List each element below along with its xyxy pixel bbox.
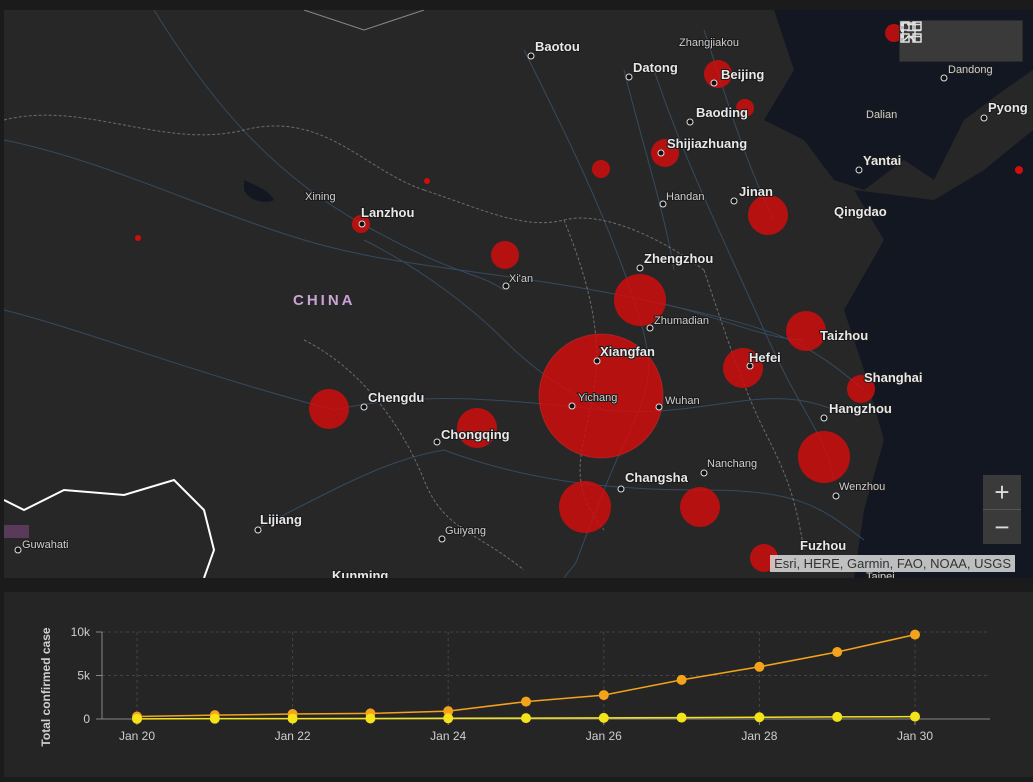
data-point[interactable] [676, 674, 687, 685]
case-bubble[interactable] [592, 160, 610, 178]
data-point[interactable] [676, 712, 687, 723]
top-border [303, 10, 425, 31]
basemap-gallery-button[interactable] [900, 21, 1020, 61]
y-tick-label: 0 [83, 712, 90, 726]
x-tick-label: Jan 26 [586, 729, 622, 743]
x-tick-label: Jan 22 [275, 729, 311, 743]
case-bubble[interactable] [680, 487, 720, 527]
data-point[interactable] [443, 713, 454, 724]
city-label: Xiangfan [600, 344, 655, 359]
data-point[interactable] [910, 711, 920, 722]
x-tick-label: Jan 24 [430, 729, 466, 743]
zoom-controls: + − [983, 475, 1021, 544]
case-bubble[interactable] [135, 235, 141, 241]
x-tick-label: Jan 28 [741, 729, 777, 743]
city-label: Yichang [578, 392, 617, 404]
city-label: Shanghai [864, 370, 923, 385]
city-label: Zhangjiakou [679, 37, 739, 49]
chart-axes: 0 5k 10k Jan 20 Jan 22 Jan 24 Jan 26 Jan 28 Jan … [71, 625, 990, 743]
city-label: Handan [666, 191, 705, 203]
case-bubble[interactable] [424, 178, 430, 184]
data-point[interactable] [598, 712, 609, 723]
case-bubble[interactable] [559, 481, 611, 533]
map-attribution[interactable]: Esri, HERE, Garmin, FAO, NOAA, USGS [770, 555, 1015, 572]
city-label: Hefei [749, 350, 781, 365]
data-point[interactable] [832, 647, 843, 658]
cases-line-chart: Total confirmed case 0 5k 10k Jan 20 Jan 22 J… [39, 625, 990, 747]
data-point[interactable] [209, 713, 220, 724]
chart-panel: Total confirmed case 0 5k 10k Jan 20 Jan 22 J… [4, 592, 1033, 777]
city-label: Guwahati [22, 539, 68, 551]
city-label: Lanzhou [361, 205, 414, 220]
lake [244, 180, 274, 202]
map-view[interactable]: Baotou Zhangjiakou Datong Beijing Dandong Pyo… [4, 10, 1033, 578]
y-axis-label: Total confirmed case [39, 627, 53, 746]
basemap-gallery-icon [900, 21, 922, 43]
data-point[interactable] [832, 711, 843, 722]
city-label: Dalian [866, 109, 897, 121]
data-point[interactable] [910, 629, 920, 640]
case-bubble[interactable] [1015, 166, 1023, 174]
city-label: Nanchang [707, 458, 757, 470]
map-canvas: Baotou ZhangjiakouDatong Beijing Dandong Pyo… [4, 10, 1033, 578]
city-label: Wuhan [665, 395, 700, 407]
city-label: Xi'an [509, 273, 533, 285]
data-point[interactable] [754, 712, 765, 723]
city-label: Qingdao [834, 204, 887, 219]
city-label: Taizhou [820, 328, 868, 343]
city-label: Kunming [332, 568, 388, 578]
city-label: Zhengzhou [644, 251, 713, 266]
city-label: Hangzhou [829, 401, 892, 416]
city-label: Chengdu [368, 390, 424, 405]
data-point[interactable] [754, 661, 765, 672]
city-label: Chongqing [441, 427, 510, 442]
city-label: Beijing [721, 67, 764, 82]
city-label: Fuzhou [800, 538, 846, 553]
city-label: Dandong [948, 64, 993, 76]
city-label: Baoding [696, 105, 748, 120]
y-tick-label: 10k [71, 625, 91, 639]
zoom-out-button[interactable]: − [983, 510, 1021, 544]
city-label: Yantai [863, 153, 901, 168]
data-point[interactable] [521, 696, 531, 707]
y-tick-label: 5k [77, 669, 91, 683]
chart-points [132, 629, 920, 724]
case-bubble[interactable] [491, 241, 519, 269]
city-label: Taipei [866, 571, 895, 578]
data-point[interactable] [598, 690, 609, 701]
international-border [4, 478, 216, 578]
data-point[interactable] [365, 713, 376, 724]
case-bubble[interactable] [798, 431, 850, 483]
chart-grid [102, 631, 990, 719]
city-label: Wenzhou [839, 481, 885, 493]
case-bubble[interactable] [309, 389, 349, 429]
region-patch [4, 525, 29, 538]
city-label: Guiyang [445, 525, 486, 537]
city-label: Pyong [988, 100, 1028, 115]
data-point[interactable] [132, 713, 142, 724]
city-label: Shijiazhuang [667, 136, 747, 151]
country-label: CHINA [293, 292, 356, 309]
data-point[interactable] [521, 713, 531, 724]
city-label: Xining [305, 191, 336, 203]
city-label: Changsha [625, 470, 689, 485]
city-label: Zhumadian [654, 315, 709, 327]
city-label: Lijiang [260, 512, 302, 527]
data-point[interactable] [287, 713, 298, 724]
legend-button[interactable] [901, 21, 980, 61]
case-bubble[interactable] [748, 195, 788, 235]
x-tick-label: Jan 20 [119, 729, 155, 743]
city-label: Datong [633, 60, 678, 75]
zoom-in-button[interactable]: + [983, 475, 1021, 509]
x-tick-label: Jan 30 [897, 729, 933, 743]
city-label: Jinan [739, 184, 773, 199]
map-toolbar [899, 20, 1023, 62]
city-label: Baotou [535, 39, 580, 54]
